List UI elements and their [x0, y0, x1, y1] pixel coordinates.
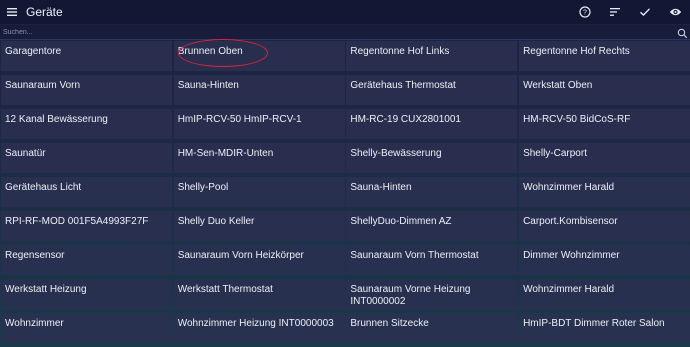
sort-icon[interactable] — [600, 0, 630, 24]
app-bar: Geräte ? — [0, 0, 690, 24]
search-icon[interactable] — [677, 26, 688, 39]
device-tile[interactable]: Gerätehaus Licht — [1, 177, 172, 207]
device-label: Garagentore — [5, 46, 62, 57]
device-tile[interactable]: Werkstatt Oben — [519, 75, 690, 105]
device-label: Gerätehaus Licht — [5, 182, 82, 193]
device-label: Wohnzimmer — [5, 318, 64, 329]
device-label: Brunnen Oben — [177, 46, 243, 57]
device-tile[interactable]: Wohnzimmer — [1, 313, 172, 343]
device-tile[interactable]: ShellyDuo-Dimmen AZ — [346, 211, 518, 241]
device-tile[interactable]: Shelly Duo Keller — [173, 211, 345, 241]
device-tile[interactable]: Werkstatt Thermostat — [173, 279, 345, 309]
device-label: 12 Kanal Bewässerung — [5, 114, 108, 125]
device-tile[interactable]: HmIP-RCV-50 HmIP-RCV-1 — [173, 109, 345, 139]
device-tile[interactable]: Saunaraum Vorn Thermostat — [346, 245, 518, 275]
device-tile[interactable]: HmIP-BDT Dimmer Roter Salon — [519, 313, 690, 343]
device-tile[interactable]: Regentonne Hof Links — [346, 41, 518, 71]
device-label: Sauna-Hinten — [350, 182, 412, 193]
device-tile[interactable]: Shelly-Bewässerung — [346, 143, 518, 173]
device-label: Saunaraum Vorne Heizung INT0000002 — [350, 284, 471, 307]
device-tile[interactable]: Werkstatt Heizung — [1, 279, 172, 309]
device-tile[interactable]: Dimmer Wohnzimmer — [519, 245, 690, 275]
device-label: Brunnen Sitzecke — [350, 318, 429, 329]
device-tile[interactable]: Shelly-Pool — [173, 177, 345, 207]
device-tile[interactable]: Saunatür — [1, 143, 172, 173]
device-label: Saunaraum Vorn Thermostat — [350, 250, 479, 261]
device-label: Saunaraum Vorn Heizkörper — [177, 250, 304, 261]
check-icon[interactable] — [630, 0, 660, 24]
device-label: HM-RC-19 CUX2801001 — [350, 114, 461, 125]
device-label: HmIP-BDT Dimmer Roter Salon — [523, 318, 665, 329]
device-label: Werkstatt Heizung — [5, 284, 87, 295]
device-label: Werkstatt Thermostat — [177, 284, 273, 295]
device-label: Shelly Duo Keller — [177, 216, 255, 227]
device-label: Sauna-Hinten — [177, 80, 239, 91]
device-label: Dimmer Wohnzimmer — [523, 250, 620, 261]
device-tile[interactable]: Sauna-Hinten — [173, 75, 345, 105]
device-label: Carport.Kombisensor — [523, 216, 618, 227]
eye-icon[interactable] — [660, 0, 690, 24]
device-tile[interactable]: Saunaraum Vorn — [1, 75, 172, 105]
device-tile[interactable]: HM-RC-19 CUX2801001 — [346, 109, 518, 139]
device-tile[interactable]: Saunaraum Vorne Heizung INT0000002 — [346, 279, 518, 309]
device-label: Saunatür — [5, 148, 46, 159]
device-tile[interactable]: RPI-RF-MOD 001F5A4993F27F — [1, 211, 172, 241]
device-label: RPI-RF-MOD 001F5A4993F27F — [5, 216, 149, 227]
device-tile[interactable]: Garagentore — [1, 41, 172, 71]
device-label: Regensensor — [5, 250, 65, 261]
menu-icon[interactable] — [0, 0, 24, 24]
device-label: HmIP-RCV-50 HmIP-RCV-1 — [177, 114, 302, 125]
device-label: Wohnzimmer Harald — [523, 182, 615, 193]
device-tile[interactable]: Wohnzimmer Heizung INT0000003 — [173, 313, 345, 343]
search-input[interactable] — [3, 26, 663, 38]
device-tile[interactable]: Brunnen Oben — [173, 39, 345, 71]
device-label: HM-Sen-MDIR-Unten — [177, 148, 274, 159]
device-tile[interactable]: Shelly-Carport — [519, 143, 690, 173]
svg-text:?: ? — [583, 10, 587, 17]
device-label: Wohnzimmer Heizung INT0000003 — [177, 318, 334, 329]
device-tile[interactable]: Sauna-Hinten — [346, 177, 518, 207]
device-label: ShellyDuo-Dimmen AZ — [350, 216, 452, 227]
search-bar — [0, 25, 690, 40]
device-tile[interactable]: Wohnzimmer Harald — [519, 279, 690, 309]
device-label: Wohnzimmer Harald — [523, 284, 615, 295]
device-label: Shelly-Bewässerung — [350, 148, 442, 159]
device-tile[interactable]: Regensensor — [1, 245, 172, 275]
device-label: Saunaraum Vorn — [5, 80, 81, 91]
device-tile[interactable]: 12 Kanal Bewässerung — [1, 109, 172, 139]
device-label: Shelly-Pool — [177, 182, 229, 193]
device-label: Regentonne Hof Rechts — [523, 46, 630, 57]
page-title: Geräte — [26, 5, 63, 19]
device-tile[interactable]: HM-Sen-MDIR-Unten — [173, 143, 345, 173]
device-tile[interactable]: Wohnzimmer Harald — [519, 177, 690, 207]
device-tile[interactable]: Saunaraum Vorn Heizkörper — [173, 245, 345, 275]
device-tile[interactable]: Gerätehaus Thermostat — [346, 75, 518, 105]
device-label: HM-RCV-50 BidCoS-RF — [523, 114, 631, 125]
device-tile[interactable]: HM-RCV-50 BidCoS-RF — [519, 109, 690, 139]
help-icon[interactable]: ? — [570, 0, 600, 24]
device-label: Gerätehaus Thermostat — [350, 80, 456, 91]
device-tile[interactable]: Carport.Kombisensor — [519, 211, 690, 241]
device-label: Werkstatt Oben — [523, 80, 593, 91]
device-label: Shelly-Carport — [523, 148, 587, 159]
device-grid: Garagentore Brunnen Oben Regentonne Hof … — [1, 39, 690, 343]
device-tile[interactable]: Brunnen Sitzecke — [346, 313, 518, 343]
device-tile[interactable]: Regentonne Hof Rechts — [519, 41, 690, 71]
device-label: Regentonne Hof Links — [350, 46, 450, 57]
